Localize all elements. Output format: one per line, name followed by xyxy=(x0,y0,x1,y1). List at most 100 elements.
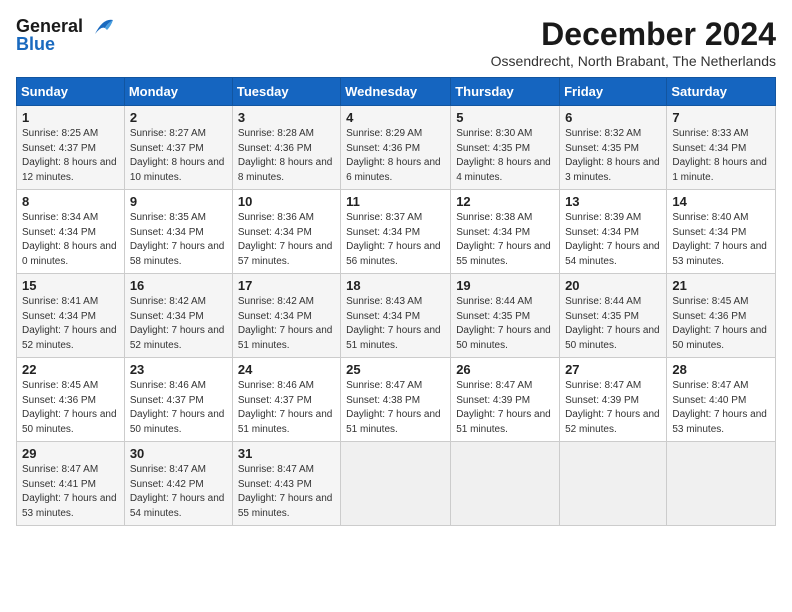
page-header: General Blue December 2024 Ossendrecht, … xyxy=(16,16,776,69)
day-detail: Sunrise: 8:47 AM Sunset: 4:38 PM Dayligh… xyxy=(346,379,445,437)
logo-blue: Blue xyxy=(16,34,55,55)
logo: General Blue xyxy=(16,16,115,55)
calendar-body: 1 Sunrise: 8:25 AM Sunset: 4:37 PM Daylig… xyxy=(17,106,776,526)
day-number: 24 xyxy=(238,362,335,377)
calendar-day-11: 11 Sunrise: 8:37 AM Sunset: 4:34 PM Dayli… xyxy=(341,190,451,274)
day-detail: Sunrise: 8:40 AM Sunset: 4:34 PM Dayligh… xyxy=(672,211,770,269)
calendar-day-4: 4Sunrise: 8:29 AM Sunset: 4:36 PM Daylig… xyxy=(341,106,451,190)
calendar-empty-cell xyxy=(451,442,560,526)
calendar-day-18: 18 Sunrise: 8:43 AM Sunset: 4:34 PM Dayli… xyxy=(341,274,451,358)
day-detail: Sunrise: 8:36 AM Sunset: 4:34 PM Dayligh… xyxy=(238,211,335,269)
calendar-table: SundayMondayTuesdayWednesdayThursdayFrid… xyxy=(16,77,776,526)
day-number: 19 xyxy=(456,278,554,293)
calendar-day-30: 30 Sunrise: 8:47 AM Sunset: 4:42 PM Dayli… xyxy=(124,442,232,526)
calendar-week-2: 15Sunrise: 8:41 AM Sunset: 4:34 PM Dayli… xyxy=(17,274,776,358)
day-number: 26 xyxy=(456,362,554,377)
calendar-day-24: 24Sunrise: 8:46 AM Sunset: 4:37 PM Dayli… xyxy=(232,358,340,442)
day-detail: Sunrise: 8:34 AM Sunset: 4:34 PM Dayligh… xyxy=(22,211,119,269)
day-detail: Sunrise: 8:47 AM Sunset: 4:43 PM Dayligh… xyxy=(238,463,335,521)
day-detail: Sunrise: 8:47 AM Sunset: 4:42 PM Dayligh… xyxy=(130,463,227,521)
dow-header-monday: Monday xyxy=(124,78,232,106)
day-detail: Sunrise: 8:30 AM Sunset: 4:35 PM Dayligh… xyxy=(456,127,554,185)
day-number: 7 xyxy=(672,110,770,125)
calendar-day-7: 7 Sunrise: 8:33 AM Sunset: 4:34 PM Daylig… xyxy=(667,106,776,190)
day-detail: Sunrise: 8:25 AM Sunset: 4:37 PM Dayligh… xyxy=(22,127,119,185)
calendar-day-22: 22 Sunrise: 8:45 AM Sunset: 4:36 PM Dayli… xyxy=(17,358,125,442)
day-number: 4 xyxy=(346,110,445,125)
calendar-week-0: 1 Sunrise: 8:25 AM Sunset: 4:37 PM Daylig… xyxy=(17,106,776,190)
calendar-subtitle: Ossendrecht, North Brabant, The Netherla… xyxy=(491,53,776,69)
day-number: 17 xyxy=(238,278,335,293)
day-number: 25 xyxy=(346,362,445,377)
day-detail: Sunrise: 8:46 AM Sunset: 4:37 PM Dayligh… xyxy=(130,379,227,437)
day-detail: Sunrise: 8:39 AM Sunset: 4:34 PM Dayligh… xyxy=(565,211,661,269)
calendar-week-3: 22 Sunrise: 8:45 AM Sunset: 4:36 PM Dayli… xyxy=(17,358,776,442)
dow-header-friday: Friday xyxy=(560,78,667,106)
calendar-day-1: 1 Sunrise: 8:25 AM Sunset: 4:37 PM Daylig… xyxy=(17,106,125,190)
day-number: 10 xyxy=(238,194,335,209)
day-number: 9 xyxy=(130,194,227,209)
dow-header-thursday: Thursday xyxy=(451,78,560,106)
calendar-day-10: 10 Sunrise: 8:36 AM Sunset: 4:34 PM Dayli… xyxy=(232,190,340,274)
day-detail: Sunrise: 8:32 AM Sunset: 4:35 PM Dayligh… xyxy=(565,127,661,185)
calendar-day-14: 14 Sunrise: 8:40 AM Sunset: 4:34 PM Dayli… xyxy=(667,190,776,274)
calendar-day-13: 13 Sunrise: 8:39 AM Sunset: 4:34 PM Dayli… xyxy=(560,190,667,274)
calendar-day-15: 15Sunrise: 8:41 AM Sunset: 4:34 PM Dayli… xyxy=(17,274,125,358)
day-detail: Sunrise: 8:27 AM Sunset: 4:37 PM Dayligh… xyxy=(130,127,227,185)
day-detail: Sunrise: 8:47 AM Sunset: 4:40 PM Dayligh… xyxy=(672,379,770,437)
calendar-day-12: 12 Sunrise: 8:38 AM Sunset: 4:34 PM Dayli… xyxy=(451,190,560,274)
day-detail: Sunrise: 8:38 AM Sunset: 4:34 PM Dayligh… xyxy=(456,211,554,269)
day-detail: Sunrise: 8:33 AM Sunset: 4:34 PM Dayligh… xyxy=(672,127,770,185)
day-detail: Sunrise: 8:47 AM Sunset: 4:41 PM Dayligh… xyxy=(22,463,119,521)
day-number: 8 xyxy=(22,194,119,209)
calendar-empty-cell xyxy=(560,442,667,526)
day-detail: Sunrise: 8:41 AM Sunset: 4:34 PM Dayligh… xyxy=(22,295,119,353)
calendar-day-19: 19Sunrise: 8:44 AM Sunset: 4:35 PM Dayli… xyxy=(451,274,560,358)
calendar-day-20: 20 Sunrise: 8:44 AM Sunset: 4:35 PM Dayli… xyxy=(560,274,667,358)
calendar-day-26: 26 Sunrise: 8:47 AM Sunset: 4:39 PM Dayli… xyxy=(451,358,560,442)
day-number: 27 xyxy=(565,362,661,377)
calendar-day-9: 9 Sunrise: 8:35 AM Sunset: 4:34 PM Daylig… xyxy=(124,190,232,274)
calendar-day-31: 31Sunrise: 8:47 AM Sunset: 4:43 PM Dayli… xyxy=(232,442,340,526)
calendar-day-6: 6Sunrise: 8:32 AM Sunset: 4:35 PM Daylig… xyxy=(560,106,667,190)
calendar-day-23: 23 Sunrise: 8:46 AM Sunset: 4:37 PM Dayli… xyxy=(124,358,232,442)
day-number: 3 xyxy=(238,110,335,125)
day-number: 16 xyxy=(130,278,227,293)
day-number: 11 xyxy=(346,194,445,209)
calendar-day-5: 5 Sunrise: 8:30 AM Sunset: 4:35 PM Daylig… xyxy=(451,106,560,190)
day-number: 1 xyxy=(22,110,119,125)
dow-header-wednesday: Wednesday xyxy=(341,78,451,106)
day-number: 20 xyxy=(565,278,661,293)
day-detail: Sunrise: 8:45 AM Sunset: 4:36 PM Dayligh… xyxy=(672,295,770,353)
calendar-day-3: 3Sunrise: 8:28 AM Sunset: 4:36 PM Daylig… xyxy=(232,106,340,190)
day-number: 5 xyxy=(456,110,554,125)
calendar-day-29: 29Sunrise: 8:47 AM Sunset: 4:41 PM Dayli… xyxy=(17,442,125,526)
calendar-day-17: 17 Sunrise: 8:42 AM Sunset: 4:34 PM Dayli… xyxy=(232,274,340,358)
calendar-empty-cell xyxy=(341,442,451,526)
day-number: 28 xyxy=(672,362,770,377)
day-detail: Sunrise: 8:42 AM Sunset: 4:34 PM Dayligh… xyxy=(130,295,227,353)
day-detail: Sunrise: 8:35 AM Sunset: 4:34 PM Dayligh… xyxy=(130,211,227,269)
calendar-day-21: 21Sunrise: 8:45 AM Sunset: 4:36 PM Dayli… xyxy=(667,274,776,358)
day-number: 30 xyxy=(130,446,227,461)
day-detail: Sunrise: 8:43 AM Sunset: 4:34 PM Dayligh… xyxy=(346,295,445,353)
calendar-day-8: 8 Sunrise: 8:34 AM Sunset: 4:34 PM Daylig… xyxy=(17,190,125,274)
calendar-week-1: 8 Sunrise: 8:34 AM Sunset: 4:34 PM Daylig… xyxy=(17,190,776,274)
day-number: 2 xyxy=(130,110,227,125)
day-detail: Sunrise: 8:47 AM Sunset: 4:39 PM Dayligh… xyxy=(456,379,554,437)
calendar-day-28: 28 Sunrise: 8:47 AM Sunset: 4:40 PM Dayli… xyxy=(667,358,776,442)
day-number: 22 xyxy=(22,362,119,377)
day-detail: Sunrise: 8:37 AM Sunset: 4:34 PM Dayligh… xyxy=(346,211,445,269)
day-number: 18 xyxy=(346,278,445,293)
calendar-day-16: 16 Sunrise: 8:42 AM Sunset: 4:34 PM Dayli… xyxy=(124,274,232,358)
day-detail: Sunrise: 8:47 AM Sunset: 4:39 PM Dayligh… xyxy=(565,379,661,437)
dow-header-sunday: Sunday xyxy=(17,78,125,106)
day-detail: Sunrise: 8:42 AM Sunset: 4:34 PM Dayligh… xyxy=(238,295,335,353)
day-detail: Sunrise: 8:44 AM Sunset: 4:35 PM Dayligh… xyxy=(565,295,661,353)
day-detail: Sunrise: 8:45 AM Sunset: 4:36 PM Dayligh… xyxy=(22,379,119,437)
day-number: 12 xyxy=(456,194,554,209)
day-number: 14 xyxy=(672,194,770,209)
day-number: 13 xyxy=(565,194,661,209)
day-number: 23 xyxy=(130,362,227,377)
logo-bird-icon xyxy=(85,16,115,38)
